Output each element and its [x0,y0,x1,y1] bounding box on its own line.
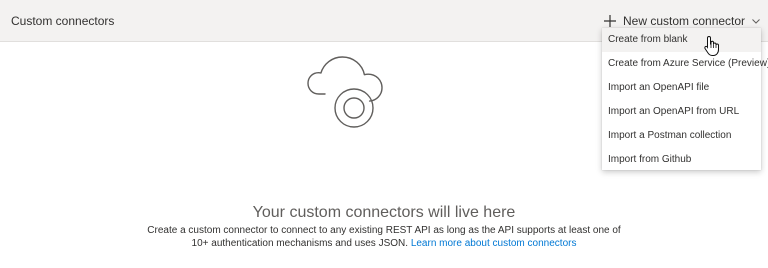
plus-icon [604,15,616,27]
page-title: Custom connectors [11,14,115,28]
empty-state-description: Create a custom connector to connect to … [138,224,630,250]
cloud-icon [307,56,383,128]
new-connector-dropdown-menu: Create from blank Create from Azure Serv… [602,28,768,172]
menu-item-import-openapi-file[interactable]: Import an OpenAPI file [602,76,761,100]
menu-item-import-postman-collection[interactable]: Import a Postman collection [602,124,761,148]
chevron-down-icon [752,19,760,24]
menu-item-create-from-blank[interactable]: Create from blank [602,28,761,52]
menu-item-import-openapi-url[interactable]: Import an OpenAPI from URL [602,100,761,124]
menu-item-import-from-github[interactable]: Import from Github [602,148,761,172]
menu-item-create-from-azure-service[interactable]: Create from Azure Service (Preview) [602,52,768,76]
hand-pointer-cursor-icon [704,35,719,56]
learn-more-link[interactable]: Learn more about custom connectors [411,238,577,249]
new-custom-connector-label: New custom connector [623,14,746,28]
empty-state-title: Your custom connectors will live here [252,204,516,221]
